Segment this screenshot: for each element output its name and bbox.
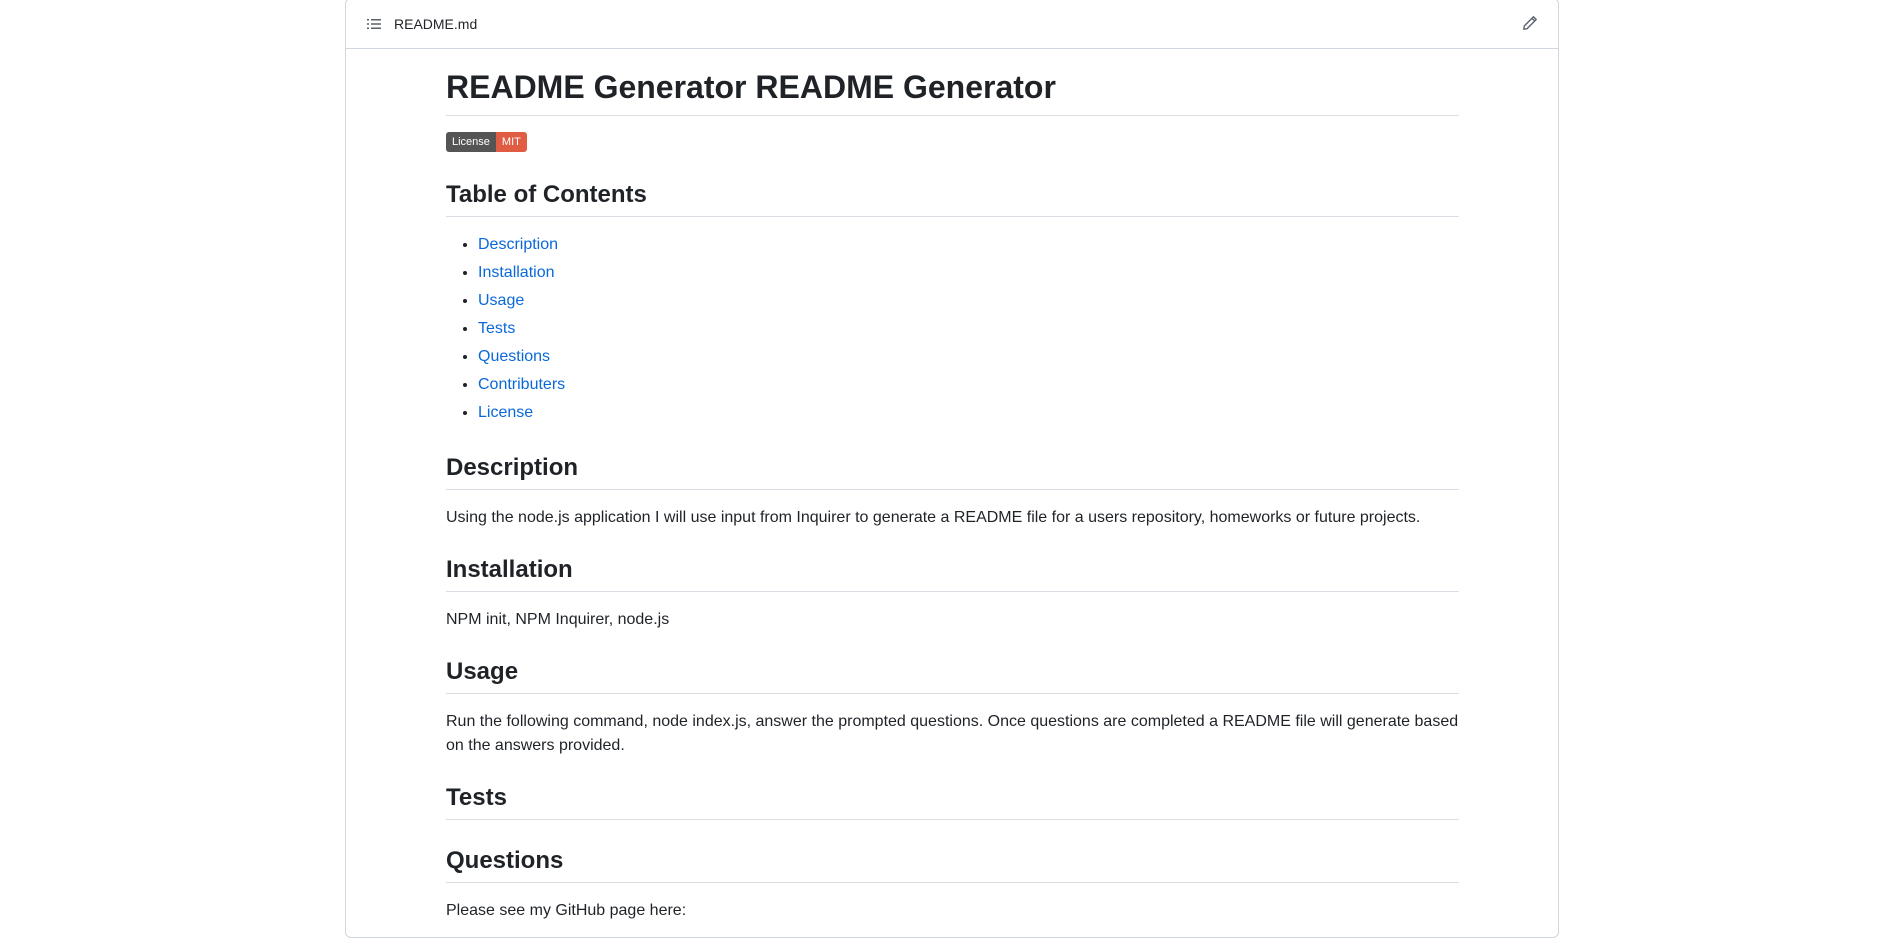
usage-text: Run the following command, node index.js… (446, 713, 1459, 754)
list-item: Description (478, 233, 1459, 261)
license-badge[interactable]: License MIT (446, 132, 527, 152)
list-unordered-icon (367, 18, 381, 29)
toc-link-contributers[interactable]: Contributers (478, 376, 565, 393)
list-item: Contributers (478, 373, 1459, 401)
badge-value: MIT (495, 132, 527, 152)
pencil-icon (1523, 16, 1537, 30)
toc-link-description[interactable]: Description (478, 236, 558, 253)
readme-file-box: README.md README Generator README Genera… (345, 0, 1559, 938)
toc-link-questions[interactable]: Questions (478, 348, 550, 365)
list-item: License (478, 401, 1459, 429)
toc-link-usage[interactable]: Usage (478, 292, 524, 309)
list-item: Tests (478, 317, 1459, 345)
toc-link-tests[interactable]: Tests (478, 320, 515, 337)
toc-link-installation[interactable]: Installation (478, 264, 555, 281)
list-item: Usage (478, 289, 1459, 317)
file-name: README.md (394, 15, 478, 32)
description-text: Using the node.js application I will use… (446, 509, 1421, 526)
installation-section: Installation NPM init, NPM Inquirer, nod… (446, 555, 1459, 632)
toc-section: Table of Contents Description Installati… (446, 180, 1459, 429)
questions-text: Please see my GitHub page here: (446, 902, 687, 919)
tests-heading: Tests (446, 783, 1459, 820)
questions-section: Questions Please see my GitHub page here… (446, 846, 1459, 923)
usage-heading: Usage (446, 657, 1459, 694)
list-item: Questions (478, 345, 1459, 373)
edit-file-button[interactable] (1518, 11, 1542, 35)
usage-section: Usage Run the following command, node in… (446, 657, 1459, 758)
installation-text: NPM init, NPM Inquirer, node.js (446, 611, 670, 628)
toc-link-license[interactable]: License (478, 404, 533, 421)
description-section: Description Using the node.js applicatio… (446, 453, 1459, 530)
readme-title: README Generator README Generator (446, 67, 1459, 116)
list-item: Installation (478, 261, 1459, 289)
tests-section: Tests (446, 783, 1459, 820)
badge-label: License (446, 132, 496, 152)
description-heading: Description (446, 453, 1459, 490)
installation-heading: Installation (446, 555, 1459, 592)
markdown-body: README Generator README Generator Licens… (446, 49, 1459, 929)
toc-list: Description Installation Usage Tests Que… (446, 233, 1459, 429)
file-header: README.md (346, 0, 1558, 49)
toc-heading: Table of Contents (446, 180, 1459, 217)
questions-heading: Questions (446, 846, 1459, 883)
outline-button[interactable] (362, 12, 386, 36)
